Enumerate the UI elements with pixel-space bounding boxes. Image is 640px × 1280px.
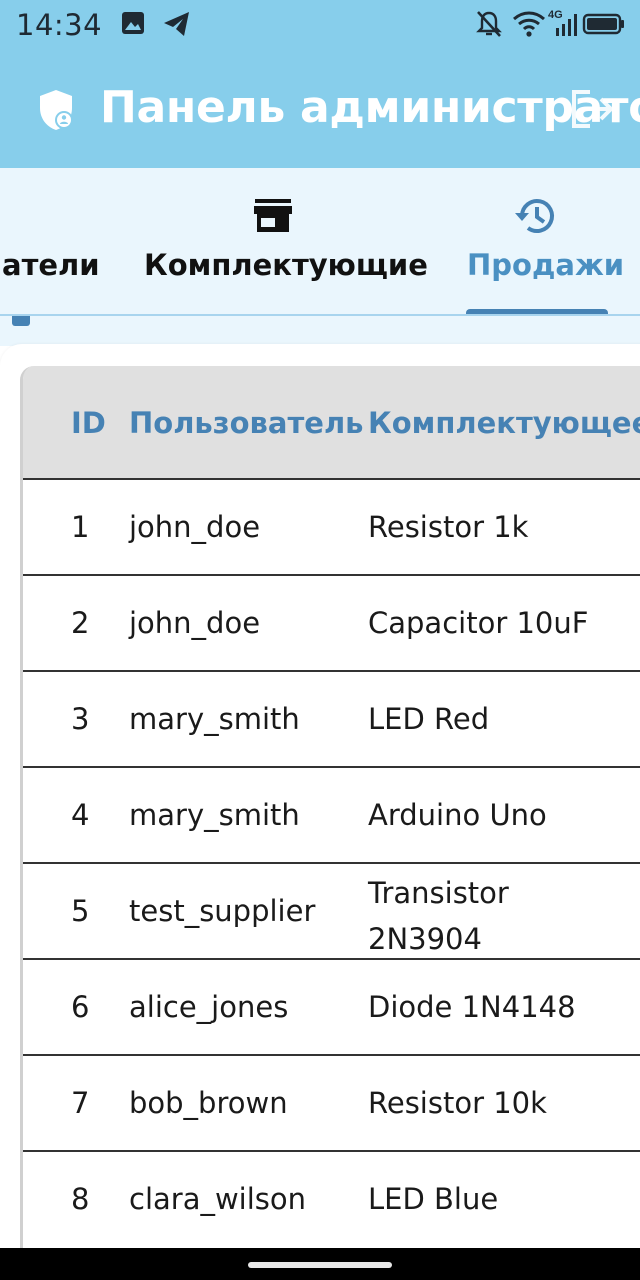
table-header: ID Пользователь Комплектующее xyxy=(23,366,640,480)
table-row[interactable]: 6 alice_jones Diode 1N4148 xyxy=(23,960,640,1056)
cell-user: john_doe xyxy=(129,510,261,544)
history-icon xyxy=(515,199,554,233)
wifi-icon xyxy=(513,11,545,37)
sales-table: ID Пользователь Комплектующее 1 john_doe… xyxy=(20,366,640,1248)
tab-sales[interactable]: Продажи xyxy=(450,168,625,316)
cell-component: Capacitor 10uF xyxy=(368,606,589,640)
cell-id: 6 xyxy=(71,990,90,1024)
tab-users-label: атели xyxy=(2,248,100,282)
cell-user: clara_wilson xyxy=(129,1182,307,1216)
logout-icon[interactable] xyxy=(566,86,616,132)
app-bar: Панель администратора xyxy=(0,52,640,168)
cell-component: Resistor 10k xyxy=(368,1086,547,1120)
battery-icon xyxy=(582,13,624,35)
cell-id: 5 xyxy=(71,894,90,928)
cell-user: bob_brown xyxy=(129,1086,288,1120)
cell-user: mary_smith xyxy=(129,798,300,832)
tab-sales-label: Продажи xyxy=(467,248,625,282)
table-row[interactable]: 8 clara_wilson LED Blue xyxy=(23,1152,640,1248)
tab-components[interactable]: Комплектующие xyxy=(130,168,428,316)
table-row[interactable]: 7 bob_brown Resistor 10k xyxy=(23,1056,640,1152)
tab-components-label: Комплектующие xyxy=(144,248,428,282)
cell-id: 8 xyxy=(71,1182,90,1216)
telegram-icon xyxy=(164,12,189,36)
column-header-user[interactable]: Пользователь xyxy=(129,406,364,440)
cell-component: Resistor 1k xyxy=(368,510,529,544)
cell-user: john_doe xyxy=(129,606,261,640)
system-nav-bar xyxy=(0,1248,640,1280)
tab-users[interactable]: атели xyxy=(0,168,100,316)
column-header-id[interactable]: ID xyxy=(71,406,106,440)
notifications-off-icon xyxy=(476,11,502,37)
table-row[interactable]: 2 john_doe Capacitor 10uF xyxy=(23,576,640,672)
cell-id: 4 xyxy=(71,798,90,832)
cell-user: test_supplier xyxy=(129,894,316,928)
cell-component: Diode 1N4148 xyxy=(368,990,576,1024)
table-row[interactable]: 1 john_doe Resistor 1k xyxy=(23,480,640,576)
status-time: 14:34 xyxy=(16,8,103,42)
cell-id: 2 xyxy=(71,606,90,640)
store-icon xyxy=(254,199,292,232)
page-title: Панель администратора xyxy=(100,82,640,133)
table-row[interactable]: 5 test_supplier Transistor 2N3904 xyxy=(23,864,640,960)
column-header-component[interactable]: Комплектующее xyxy=(368,406,640,440)
gallery-icon xyxy=(122,12,144,34)
table-row[interactable]: 3 mary_smith LED Red xyxy=(23,672,640,768)
cell-component: Transistor 2N3904 xyxy=(368,876,509,956)
cell-component: LED Blue xyxy=(368,1182,499,1216)
tab-bar: атели Комплектующие Продажи xyxy=(0,168,640,316)
filter-strip xyxy=(0,316,640,346)
admin-shield-icon xyxy=(40,90,73,130)
cell-id: 3 xyxy=(71,702,90,736)
cell-id: 1 xyxy=(71,510,90,544)
checkbox-icon[interactable] xyxy=(12,316,30,326)
table-row[interactable]: 4 mary_smith Arduino Uno xyxy=(23,768,640,864)
cell-component: Arduino Uno xyxy=(368,798,547,832)
signal-icon xyxy=(556,14,577,36)
cell-user: alice_jones xyxy=(129,990,289,1024)
status-bar: 14:34 4G xyxy=(0,0,640,52)
home-gesture-handle[interactable] xyxy=(248,1262,392,1268)
cell-component: LED Red xyxy=(368,702,490,736)
cell-user: mary_smith xyxy=(129,702,300,736)
cell-id: 7 xyxy=(71,1086,90,1120)
